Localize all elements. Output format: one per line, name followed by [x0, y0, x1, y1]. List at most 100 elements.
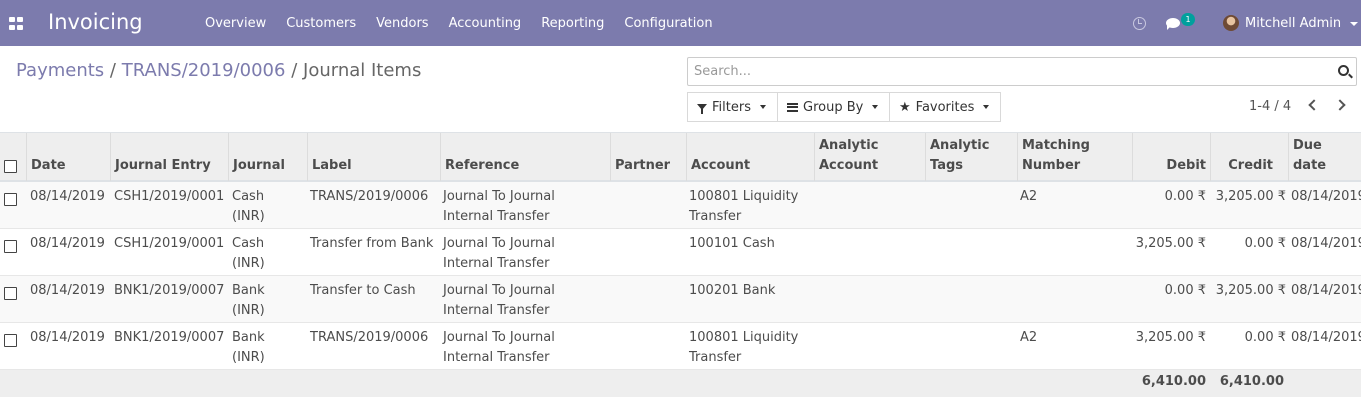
- table-row[interactable]: 08/14/2019 BNK1/2019/0007 Bank (INR) TRA…: [0, 323, 1361, 370]
- cell-analytic-tags: [925, 323, 1017, 333]
- journal-items-table: Date Journal Entry Journal Label Referen…: [0, 132, 1361, 397]
- cell-credit: 3,205.00 ₹: [1215, 283, 1286, 298]
- row-checkbox[interactable]: [4, 334, 17, 347]
- breadcrumb-current: Journal Items: [303, 60, 422, 81]
- cell-analytic-account: [814, 182, 925, 192]
- search-input[interactable]: [688, 58, 1328, 85]
- cell-journal: Cash (INR): [232, 236, 265, 271]
- cell-journal-entry: CSH1/2019/0001: [114, 236, 225, 251]
- cell-partner: [610, 323, 686, 333]
- pager-next-icon[interactable]: [1334, 99, 1346, 111]
- cell-reference: Journal To Journal Internal Transfer: [443, 283, 555, 318]
- cell-analytic-tags: [925, 229, 1017, 239]
- total-credit: 6,410.00: [1219, 374, 1284, 389]
- chevron-down-icon: [983, 105, 990, 109]
- favorites-button[interactable]: ★ Favorites: [889, 92, 1001, 122]
- table-row[interactable]: 08/14/2019 CSH1/2019/0001 Cash (INR) Tra…: [0, 229, 1361, 276]
- menu-configuration[interactable]: Configuration: [614, 0, 722, 46]
- select-all-checkbox[interactable]: [4, 160, 17, 173]
- cell-debit: 3,205.00 ₹: [1135, 236, 1206, 251]
- app-title[interactable]: Invoicing: [48, 10, 143, 34]
- column-header-reference[interactable]: Reference: [440, 133, 610, 181]
- star-icon: ★: [899, 99, 911, 115]
- cell-account: 100101 Cash: [689, 236, 775, 251]
- cell-due-date: 08/14/2019: [1291, 330, 1361, 345]
- chat-icon[interactable]: [1166, 18, 1180, 30]
- cell-journal-entry: BNK1/2019/0007: [114, 330, 225, 345]
- cell-partner: [610, 229, 686, 239]
- column-header-matching-number[interactable]: Matching Number: [1017, 133, 1132, 181]
- search-icon[interactable]: [1338, 65, 1349, 76]
- cell-label: Transfer to Cash: [310, 283, 416, 298]
- row-checkbox[interactable]: [4, 287, 17, 300]
- table-row[interactable]: 08/14/2019 CSH1/2019/0001 Cash (INR) TRA…: [0, 182, 1361, 229]
- favorites-label: Favorites: [915, 99, 975, 115]
- column-header-date[interactable]: Date: [26, 133, 110, 181]
- cell-partner: [610, 182, 686, 192]
- menu-vendors[interactable]: Vendors: [366, 0, 438, 46]
- column-header-account[interactable]: Account: [686, 133, 814, 181]
- apps-icon[interactable]: [9, 17, 23, 30]
- table-row[interactable]: 08/14/2019 BNK1/2019/0007 Bank (INR) Tra…: [0, 276, 1361, 323]
- menu-accounting[interactable]: Accounting: [439, 0, 532, 46]
- breadcrumb-payment-record[interactable]: TRANS/2019/0006: [122, 60, 286, 81]
- row-checkbox[interactable]: [4, 240, 17, 253]
- cell-partner: [610, 276, 686, 286]
- cell-debit: 3,205.00 ₹: [1135, 330, 1206, 345]
- column-header-label[interactable]: Label: [307, 133, 440, 181]
- chevron-down-icon: [759, 105, 766, 109]
- table-header: Date Journal Entry Journal Label Referen…: [0, 132, 1361, 182]
- menu-overview[interactable]: Overview: [195, 0, 276, 46]
- breadcrumb-separator: /: [109, 60, 116, 81]
- pager-value[interactable]: 1-4 / 4: [1249, 99, 1291, 114]
- main-menu: Overview Customers Vendors Accounting Re…: [195, 0, 723, 46]
- cell-journal-entry: BNK1/2019/0007: [114, 283, 225, 298]
- avatar[interactable]: [1223, 15, 1239, 31]
- select-all-cell: [0, 133, 26, 181]
- chevron-down-icon: [872, 105, 879, 109]
- column-header-analytic-account[interactable]: Analytic Account: [814, 133, 925, 181]
- column-header-journal-entry[interactable]: Journal Entry: [110, 133, 228, 181]
- row-checkbox[interactable]: [4, 193, 17, 206]
- breadcrumb: Payments / TRANS/2019/0006 / Journal Ite…: [16, 60, 421, 81]
- cell-analytic-tags: [925, 182, 1017, 192]
- cell-date: 08/14/2019: [30, 189, 105, 204]
- user-menu[interactable]: Mitchell Admin: [1245, 16, 1341, 31]
- cell-label: TRANS/2019/0006: [310, 189, 429, 204]
- cell-analytic-account: [814, 229, 925, 239]
- group-by-button[interactable]: Group By: [777, 92, 890, 122]
- cell-label: TRANS/2019/0006: [310, 330, 429, 345]
- column-header-debit[interactable]: Debit: [1132, 133, 1210, 181]
- filter-icon: [697, 104, 707, 114]
- search-box: [687, 57, 1357, 86]
- menu-customers[interactable]: Customers: [276, 0, 366, 46]
- cell-account: 100801 Liquidity Transfer: [689, 189, 799, 224]
- column-header-partner[interactable]: Partner: [610, 133, 686, 181]
- breadcrumb-payments[interactable]: Payments: [16, 60, 104, 81]
- list-icon: [787, 102, 798, 112]
- column-header-analytic-tags[interactable]: Analytic Tags: [925, 133, 1017, 181]
- cell-matching-number: [1016, 276, 1132, 286]
- cell-journal: Bank (INR): [232, 283, 265, 318]
- pager-previous-icon[interactable]: [1308, 99, 1320, 111]
- cell-due-date: 08/14/2019: [1291, 236, 1361, 251]
- column-header-journal[interactable]: Journal: [228, 133, 307, 181]
- filters-button[interactable]: Filters: [687, 92, 778, 122]
- cell-analytic-account: [814, 276, 925, 286]
- clock-icon[interactable]: [1133, 17, 1146, 30]
- total-debit: 6,410.00: [1141, 374, 1206, 389]
- cell-analytic-tags: [925, 276, 1017, 286]
- cell-debit: 0.00 ₹: [1164, 189, 1206, 204]
- column-header-due-date[interactable]: Due date: [1288, 133, 1361, 181]
- cell-reference: Journal To Journal Internal Transfer: [443, 189, 555, 224]
- top-navbar: Invoicing Overview Customers Vendors Acc…: [0, 0, 1361, 46]
- cell-credit: 0.00 ₹: [1244, 330, 1286, 345]
- column-header-credit[interactable]: Credit: [1210, 133, 1288, 181]
- cell-matching-number: [1016, 229, 1132, 239]
- cell-matching-number: A2: [1020, 330, 1038, 345]
- cell-analytic-account: [814, 323, 925, 333]
- cell-journal: Cash (INR): [232, 189, 265, 224]
- menu-reporting[interactable]: Reporting: [531, 0, 614, 46]
- cell-credit: 0.00 ₹: [1244, 236, 1286, 251]
- cell-due-date: 08/14/2019: [1291, 189, 1361, 204]
